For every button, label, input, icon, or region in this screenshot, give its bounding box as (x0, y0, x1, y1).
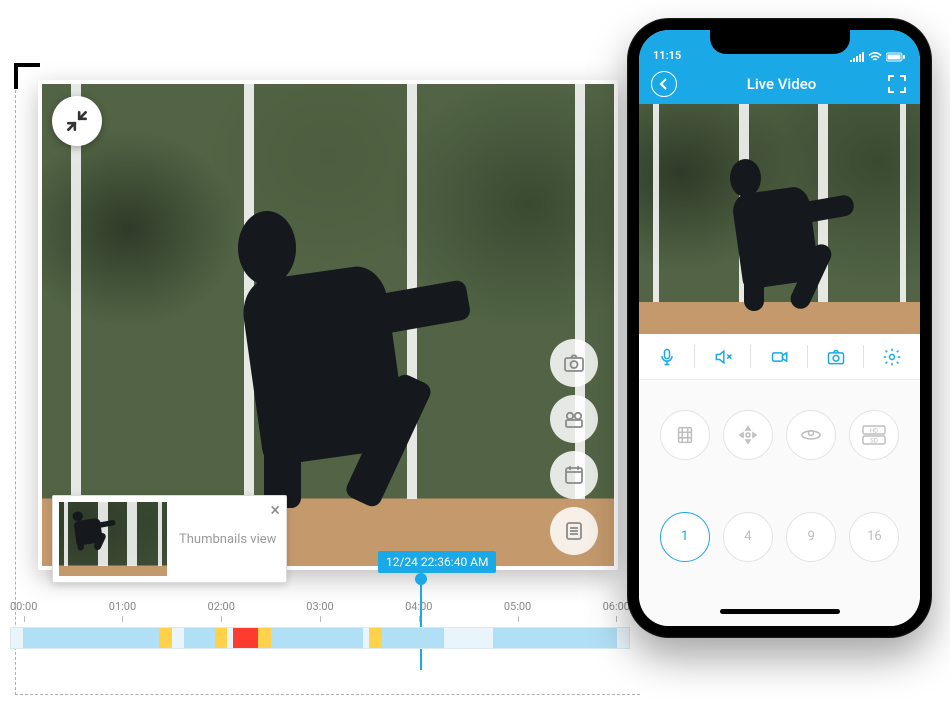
ptz-button[interactable] (723, 410, 773, 460)
phone-notch (710, 30, 850, 54)
video-camera-icon (769, 347, 791, 367)
camera-count-4[interactable]: 4 (723, 512, 773, 562)
navbar-title: Live Video (747, 75, 817, 93)
clips-button[interactable] (660, 410, 710, 460)
record-video-button[interactable] (751, 334, 807, 379)
cloud-ptz-button[interactable] (786, 410, 836, 460)
snapshot-button[interactable] (550, 339, 598, 387)
close-icon: × (270, 500, 280, 521)
orbit-icon (799, 423, 823, 447)
mic-button[interactable] (639, 334, 695, 379)
fullscreen-icon (887, 74, 907, 94)
feature-row: HD SD (639, 400, 920, 470)
video-side-buttons (550, 339, 598, 555)
home-indicator[interactable] (720, 609, 840, 614)
timeline-tick: 05:00 (504, 600, 531, 613)
timeline-segment-yellow[interactable] (258, 628, 270, 648)
timeline-track[interactable] (10, 627, 630, 649)
speaker-mute-icon (712, 347, 734, 367)
fullscreen-button[interactable] (886, 73, 908, 95)
phone-toolbar (639, 334, 920, 380)
svg-text:HD: HD (870, 428, 878, 435)
timeline-timestamp-tag: 12/24 22:36:40 AM (378, 551, 496, 573)
list-button[interactable] (550, 507, 598, 555)
wifi-icon (868, 52, 882, 62)
timeline-segment-blue[interactable] (271, 628, 364, 648)
battery-icon (886, 52, 906, 62)
timeline-tick: 01:00 (109, 600, 136, 613)
record-button[interactable] (550, 395, 598, 443)
dpad-icon (736, 423, 760, 447)
phone-controls-area: HD SD 149 16 (639, 380, 920, 626)
camera-count-1[interactable]: 1 (660, 512, 710, 562)
thumbnails-popup: Thumbnails view × (52, 495, 287, 583)
close-thumbnails-button[interactable]: × (270, 500, 280, 521)
phone-navbar: Live Video (639, 64, 920, 104)
timeline[interactable]: 00:00 01:00 02:00 03:00 04:00 05:00 06:00 (0, 600, 640, 670)
timeline-segment-yellow[interactable] (369, 628, 381, 648)
camera-count-row: 149 16 (639, 502, 920, 572)
timeline-ticks: 00:00 01:00 02:00 03:00 04:00 05:00 06:00 (0, 600, 640, 613)
chevron-left-icon (658, 78, 670, 90)
exit-fullscreen-button[interactable] (52, 96, 102, 146)
calendar-button[interactable] (550, 451, 598, 499)
timeline-tick: 04:00 (405, 600, 432, 613)
camera-icon (825, 347, 847, 367)
gear-icon (882, 347, 902, 367)
status-time: 11:15 (653, 49, 681, 62)
intruder-figure (225, 171, 488, 508)
timeline-tick: 06:00 (603, 600, 630, 613)
settings-button[interactable] (864, 334, 920, 379)
hd-sd-icon: HD SD (861, 424, 887, 446)
video-scene (42, 84, 614, 566)
timeline-segment-blue[interactable] (382, 628, 444, 648)
back-button[interactable] (651, 71, 677, 97)
timeline-segment-yellow[interactable] (159, 628, 171, 648)
timeline-tick: 03:00 (306, 600, 333, 613)
film-icon (674, 424, 696, 446)
quality-button[interactable]: HD SD (849, 410, 899, 460)
mute-button[interactable] (695, 334, 751, 379)
timeline-segment-blue[interactable] (493, 628, 617, 648)
timeline-segment-blue[interactable] (23, 628, 159, 648)
camera-count-16[interactable]: 16 (849, 512, 899, 562)
timeline-segment-red[interactable] (233, 628, 258, 648)
camera-count-9[interactable]: 9 (786, 512, 836, 562)
shrink-icon (64, 108, 90, 134)
timeline-segment-yellow[interactable] (215, 628, 227, 648)
signal-icon (850, 52, 864, 62)
timeline-tick: 00:00 (10, 600, 37, 613)
phone-screen: 11:15 Live Video (639, 30, 920, 626)
phone-live-video[interactable] (639, 104, 920, 334)
mic-icon (657, 347, 677, 367)
thumbnails-label: Thumbnails view (173, 532, 286, 547)
snapshot-photo-button[interactable] (808, 334, 864, 379)
timeline-segment-blue[interactable] (184, 628, 215, 648)
timeline-tick: 02:00 (208, 600, 235, 613)
svg-text:SD: SD (871, 438, 879, 445)
phone-device-frame: 11:15 Live Video (627, 18, 932, 638)
thumbnail-preview[interactable] (59, 502, 167, 576)
